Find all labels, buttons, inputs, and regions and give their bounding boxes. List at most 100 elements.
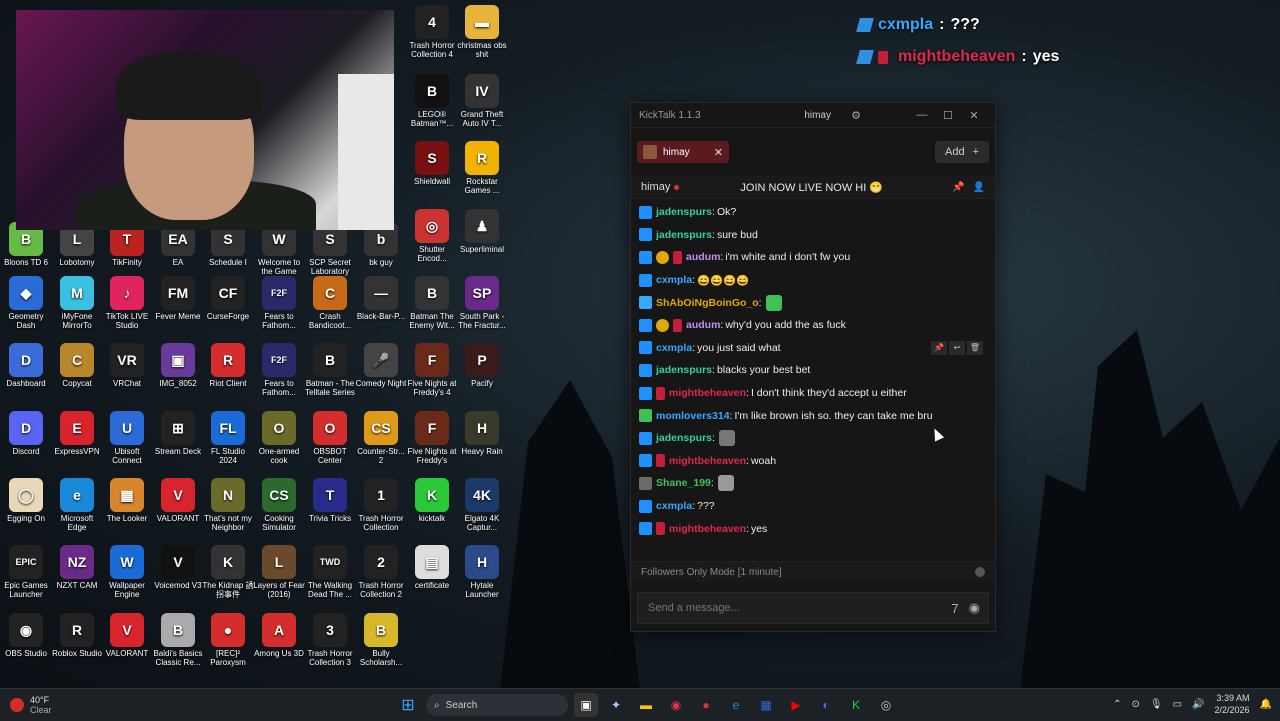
weather-widget[interactable]: 40°F Clear (10, 695, 130, 715)
close-tab-icon[interactable]: ✕ (714, 146, 723, 159)
desktop-icon[interactable]: TWD The Walking Dead The ... (304, 545, 356, 611)
desktop-icon[interactable]: K The Kidnap 誘拐事件 (202, 545, 254, 611)
desktop-icon[interactable]: W Wallpaper Engine (101, 545, 153, 611)
chat-username[interactable]: audum (686, 251, 720, 263)
maximize-icon[interactable]: ☐ (935, 109, 961, 122)
chat-username[interactable]: jadenspurs (656, 364, 712, 376)
chat-username[interactable]: mightbeheaven (669, 523, 746, 535)
desktop-icon[interactable]: ▤ certificate (406, 545, 458, 611)
store-icon[interactable]: ▦ (754, 693, 778, 717)
desktop-icon[interactable]: NZ NZXT CAM (51, 545, 103, 611)
desktop-icon[interactable]: ▣ IMG_8052 (152, 343, 204, 409)
chat-message[interactable]: jadenspurs: sure bud (639, 224, 987, 247)
discord-icon[interactable]: ◐ (814, 693, 838, 717)
file-explorer-icon[interactable]: ▬ (634, 693, 658, 717)
desktop-icon[interactable]: VR VRChat (101, 343, 153, 409)
microphone-icon[interactable]: 🎙 (1150, 699, 1163, 710)
desktop-icon[interactable]: D Dashboard (0, 343, 52, 409)
desktop-icon[interactable]: ▬ christmas obs shit (456, 5, 508, 71)
chat-username[interactable]: ShAbOiNgBoinGo_o (656, 297, 759, 309)
network-icon[interactable]: ⊙ (1132, 699, 1140, 710)
copilot-icon[interactable]: ✦ (604, 693, 628, 717)
desktop-icon[interactable]: — Black-Bar-P... (355, 276, 407, 342)
desktop-icon[interactable]: O One-armed cook (253, 411, 305, 477)
chevron-up-icon[interactable]: ⌃ (1113, 699, 1121, 710)
desktop-icon[interactable]: E ExpressVPN (51, 411, 103, 477)
desktop-icon[interactable]: FM Fever Meme (152, 276, 204, 342)
desktop-icon[interactable]: MiMyFone MirrorTo (51, 276, 103, 342)
chat-username[interactable]: jadenspurs (656, 229, 712, 241)
chat-message[interactable]: Shane_199: (639, 472, 987, 495)
desktop-icon[interactable]: IV Grand Theft Auto IV T... (456, 74, 508, 140)
desktop-icon[interactable]: 🎤 Comedy Night (355, 343, 407, 409)
desktop-icon[interactable]: SP South Park - The Fractur... (456, 276, 508, 342)
desktop-icon[interactable]: T Trivia Tricks (304, 478, 356, 544)
delete-icon[interactable]: 🗑 (967, 341, 983, 355)
pin-icon[interactable]: 📌 (952, 182, 964, 193)
emote-7tv-icon[interactable]: 7 (951, 601, 958, 616)
desktop-icon[interactable]: C Crash Bandicoot... (304, 276, 356, 342)
clock[interactable]: 3:39 AM 2/2/2026 (1215, 692, 1250, 716)
chat-message[interactable]: jadenspurs: blacks your best bet (639, 359, 987, 382)
desktop-icon[interactable]: ♪ TikTok LIVE Studio (101, 276, 153, 342)
chat-message[interactable]: cxmpla: ??? (639, 495, 987, 518)
chat-username[interactable]: jadenspurs (656, 206, 712, 218)
chat-username[interactable]: momlovers314 (656, 410, 730, 422)
kicktalk-icon[interactable]: K (844, 693, 868, 717)
obs-icon[interactable]: ● (694, 693, 718, 717)
chat-username[interactable]: cxmpla (656, 500, 692, 512)
desktop-icon[interactable]: F Five Nights at Freddy's (406, 411, 458, 477)
chat-username[interactable]: Shane_199 (656, 477, 711, 489)
minimize-icon[interactable]: — (909, 109, 935, 121)
chat-messages[interactable]: jadenspurs: Ok? jadenspurs: sure bud audum… (631, 199, 995, 551)
desktop-icon[interactable]: F2F Fears to Fathom... (253, 276, 305, 342)
edge-icon[interactable]: e (724, 693, 748, 717)
youtube-icon[interactable]: ▶ (784, 693, 808, 717)
chat-message[interactable]: momlovers314: I'm like brown ish so. the… (639, 404, 987, 427)
desktop-icon[interactable]: B Bully Scholarsh... (355, 613, 407, 679)
desktop-icon[interactable]: EPIC Epic Games Launcher (0, 545, 52, 611)
desktop-icon[interactable]: ◎ Shutter Encod... (406, 209, 458, 275)
chat-message[interactable]: audum: why'd you add the as fuck (639, 314, 987, 337)
display-icon[interactable]: ▭ (1173, 699, 1182, 710)
desktop-icon[interactable]: C Copycat (51, 343, 103, 409)
info-icon[interactable] (975, 567, 985, 577)
desktop-icon[interactable]: S Shieldwall (406, 141, 458, 207)
desktop-icon[interactable]: F2F Fears to Fathom... (253, 343, 305, 409)
desktop-icon[interactable]: CS Cooking Simulator (253, 478, 305, 544)
desktop-icon[interactable]: ♟ Superliminal (456, 209, 508, 275)
desktop-icon[interactable]: B Batman The Enemy Wit... (406, 276, 458, 342)
desktop-icon[interactable]: D Discord (0, 411, 52, 477)
desktop-icon[interactable]: A Among Us 3D (253, 613, 305, 679)
chat-message[interactable]: mightbeheaven: yes (639, 517, 987, 540)
desktop-icon[interactable]: N That's not my Neighbor (202, 478, 254, 544)
desktop-icon[interactable]: ⊞ Stream Deck (152, 411, 204, 477)
settings-gear-icon[interactable]: ⚙ (843, 109, 869, 122)
user-list-icon[interactable]: 👤 (973, 182, 985, 193)
desktop-icon[interactable]: 3 Trash Horror Collection 3 (304, 613, 356, 679)
desktop-icon[interactable]: L Layers of Fear (2016) (253, 545, 305, 611)
notification-bell-icon[interactable]: 🔔 (1260, 699, 1272, 710)
desktop-icon[interactable]: CS Counter-Str... 2 (355, 411, 407, 477)
desktop-icon[interactable]: 2 Trash Horror Collection 2 (355, 545, 407, 611)
desktop-icon[interactable]: H Hytale Launcher (456, 545, 508, 611)
chat-message[interactable]: mightbeheaven: I don't think they'd acce… (639, 382, 987, 405)
pin-message-icon[interactable]: 📌 (931, 341, 947, 355)
desktop-icon[interactable]: B Batman - The Telltale Series (304, 343, 356, 409)
desktop-icon[interactable]: V VALORANT (152, 478, 204, 544)
account-name[interactable]: himay (804, 110, 831, 121)
chat-message[interactable]: audum: i'm white and i don't fw you (639, 246, 987, 269)
desktop-icon[interactable]: FL FL Studio 2024 (202, 411, 254, 477)
desktop-icon[interactable]: ◆ Geometry Dash (0, 276, 52, 342)
desktop-icon[interactable]: F Five Nights at Freddy's 4 (406, 343, 458, 409)
desktop-icon[interactable]: e Microsoft Edge (51, 478, 103, 544)
desktop-icon[interactable]: R Rockstar Games ... (456, 141, 508, 207)
close-icon[interactable]: ✕ (961, 109, 987, 122)
desktop-icon[interactable]: P Pacify (456, 343, 508, 409)
desktop-icon[interactable]: V VALORANT (101, 613, 153, 679)
chat-username[interactable]: jadenspurs (656, 432, 712, 444)
desktop-icon[interactable]: V Voicemod V3 (152, 545, 204, 611)
desktop-icon[interactable]: U Ubisoft Connect (101, 411, 153, 477)
chat-username[interactable]: audum (686, 319, 720, 331)
desktop-icon[interactable]: Kkicktalk (406, 478, 458, 544)
